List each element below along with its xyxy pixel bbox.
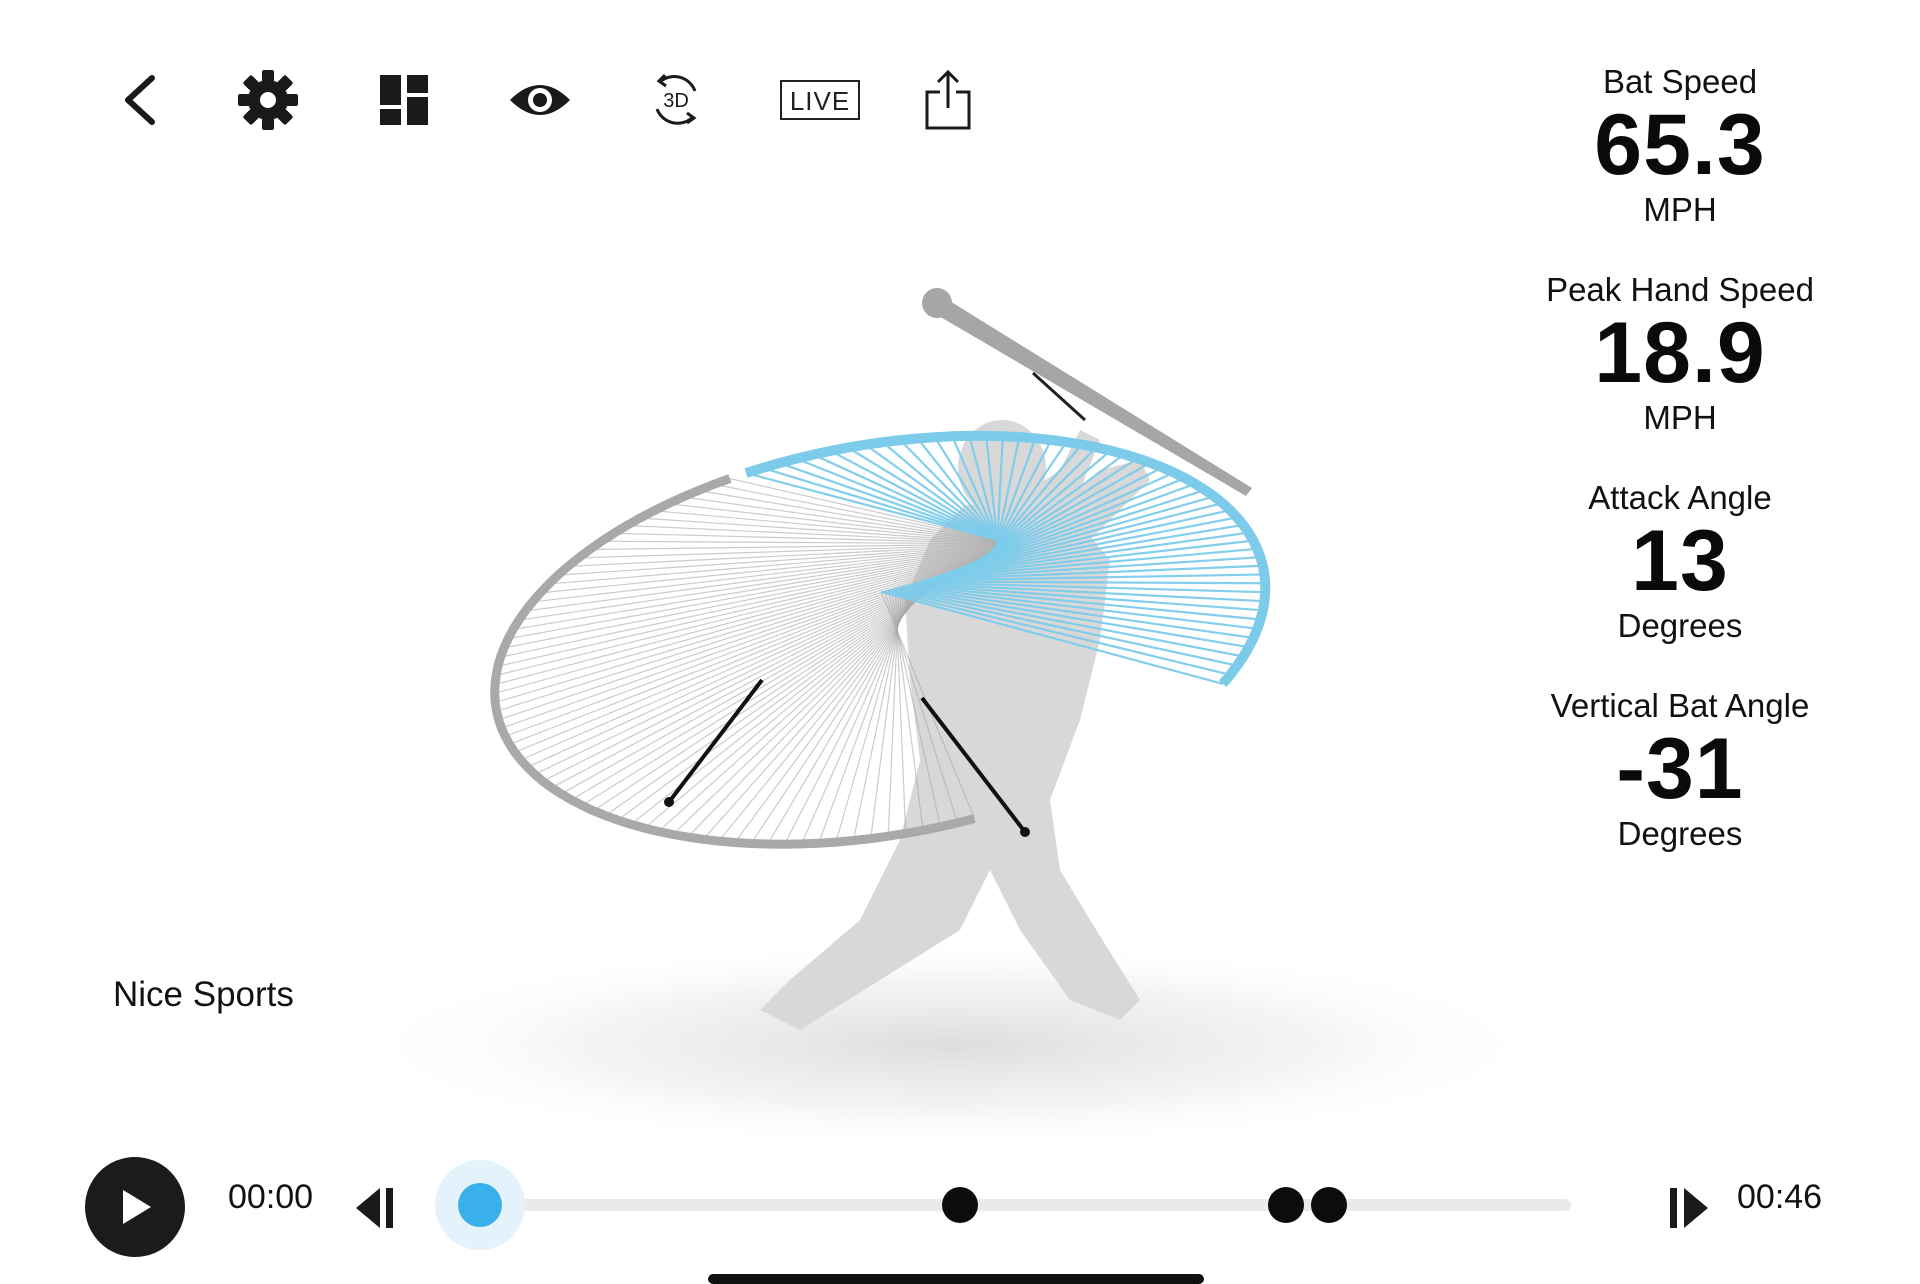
- live-badge: LIVE: [779, 80, 861, 120]
- step-back-button[interactable]: [350, 1182, 402, 1234]
- share-button[interactable]: [908, 60, 988, 140]
- timeline-event-marker[interactable]: [942, 1187, 978, 1223]
- home-indicator: [708, 1274, 1204, 1284]
- timeline-event-marker[interactable]: [1268, 1187, 1304, 1223]
- rotate-3d-icon: 3D: [655, 73, 697, 125]
- timeline-scrubber-handle[interactable]: [458, 1183, 502, 1227]
- timeline-event-marker[interactable]: [1311, 1187, 1347, 1223]
- timeline-track[interactable]: [478, 1199, 1571, 1211]
- metric-value: 18.9: [1594, 305, 1766, 401]
- back-chevron-icon: [125, 75, 155, 125]
- metric-attack-angle: Attack Angle 13 Degrees: [1500, 478, 1860, 686]
- share-icon: [925, 69, 971, 130]
- metric-unit: MPH: [1643, 191, 1717, 228]
- back-button[interactable]: [100, 60, 180, 140]
- top-toolbar: 3D LIVE: [100, 60, 1000, 140]
- swing-path-fan: [494, 435, 1266, 845]
- current-time: 00:00: [228, 1178, 314, 1216]
- step-forward-button[interactable]: [1662, 1182, 1714, 1234]
- play-icon: [123, 1190, 151, 1224]
- layout-grid-icon: [380, 75, 428, 125]
- metric-value: 13: [1631, 513, 1729, 609]
- metric-bat-speed: Bat Speed 65.3 MPH: [1500, 62, 1860, 270]
- metric-vertical-bat-angle: Vertical Bat Angle -31 Degrees: [1500, 686, 1860, 894]
- rotate-3d-button[interactable]: 3D: [636, 60, 716, 140]
- metric-label: Vertical Bat Angle: [1550, 687, 1810, 724]
- brand-label: Nice Sports: [113, 975, 294, 1014]
- metric-unit: Degrees: [1617, 607, 1743, 644]
- eye-icon: [510, 85, 570, 115]
- gear-icon: [238, 70, 298, 130]
- metric-unit: MPH: [1643, 399, 1717, 436]
- metric-label: Attack Angle: [1588, 479, 1772, 516]
- total-time: 00:46: [1737, 1178, 1823, 1216]
- swing-path-segment: [592, 567, 963, 812]
- view-button[interactable]: [500, 60, 580, 140]
- metric-label: Peak Hand Speed: [1546, 271, 1814, 308]
- batter-silhouette: [760, 420, 1150, 1030]
- metric-value: 65.3: [1594, 97, 1766, 193]
- step-back-icon: [356, 1188, 393, 1228]
- ground-shadow: [350, 940, 1550, 1150]
- metric-peak-hand-speed: Peak Hand Speed 18.9 MPH: [1500, 270, 1860, 478]
- settings-button[interactable]: [228, 60, 308, 140]
- swing-metrics-panel: Bat Speed 65.3 MPH Peak Hand Speed 18.9 …: [1500, 62, 1860, 894]
- step-forward-icon: [1670, 1188, 1708, 1228]
- rotate-3d-label: 3D: [663, 90, 689, 112]
- metric-unit: Degrees: [1617, 815, 1743, 852]
- metric-value: -31: [1616, 721, 1744, 817]
- live-button[interactable]: LIVE: [772, 60, 868, 140]
- play-button[interactable]: [85, 1157, 185, 1257]
- metric-label: Bat Speed: [1602, 63, 1758, 100]
- layout-button[interactable]: [364, 60, 444, 140]
